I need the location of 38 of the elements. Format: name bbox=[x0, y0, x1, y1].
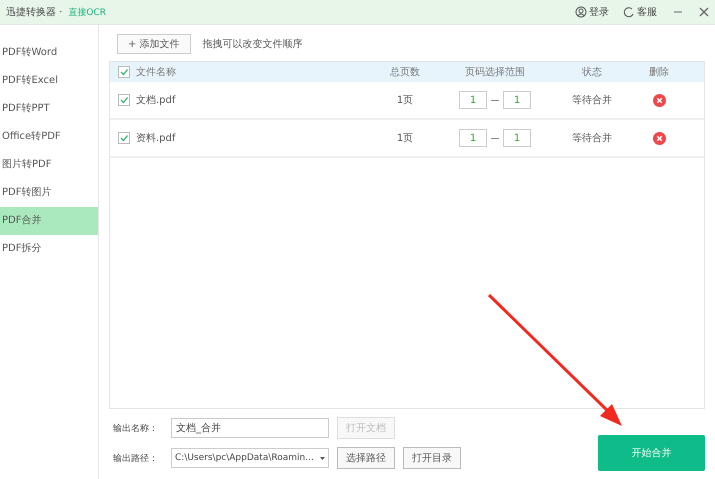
delete-icon[interactable] bbox=[652, 132, 666, 144]
column-header: 总页数 bbox=[389, 66, 421, 79]
status-text: 等待合并 bbox=[571, 132, 613, 145]
add-file-button[interactable]: + 添加文件 bbox=[117, 34, 191, 54]
column-header: 状态 bbox=[581, 66, 603, 79]
sidebar-item[interactable]: PDF转PPT bbox=[0, 95, 98, 123]
column-header: 文件名称 bbox=[136, 66, 176, 79]
field-label: 输出路径： bbox=[113, 452, 159, 464]
choose-path-button[interactable]: 选择路径 bbox=[337, 447, 395, 469]
sidebar-item[interactable]: PDF拆分 bbox=[0, 235, 98, 263]
output-path-dropdown[interactable]: C:\Users\pc\AppData\Roamin... bbox=[171, 448, 329, 468]
file-name: 资料.pdf bbox=[136, 132, 176, 145]
column-header: 页码选择范围 bbox=[464, 66, 526, 79]
close-icon[interactable] bbox=[699, 7, 709, 17]
page-count: 1页 bbox=[396, 132, 414, 145]
caret-icon bbox=[320, 456, 325, 460]
sidebar-item[interactable]: Office转PDF bbox=[0, 123, 98, 151]
output-name-field[interactable]: 文档_合并 bbox=[171, 418, 329, 438]
open-folder-button[interactable]: 打开目录 bbox=[403, 447, 461, 469]
file-name: 文档.pdf bbox=[136, 94, 176, 107]
sidebar-item[interactable]: 图片转PDF bbox=[0, 151, 98, 179]
window-title: 迅捷转换器 · bbox=[6, 6, 62, 19]
field-label: 输出名称： bbox=[113, 422, 159, 434]
sidebar-item[interactable]: PDF转图片 bbox=[0, 179, 98, 207]
sidebar-item[interactable]: PDF转Excel bbox=[0, 67, 98, 95]
checkbox[interactable] bbox=[118, 66, 130, 78]
user-icon[interactable] bbox=[575, 6, 587, 18]
sidebar-item[interactable]: PDF合并 bbox=[0, 207, 98, 235]
service-link[interactable]: 客服 bbox=[637, 5, 657, 19]
checkbox[interactable] bbox=[118, 132, 130, 144]
sidebar-item[interactable]: PDF转Word bbox=[0, 39, 98, 67]
hint-text: 拖拽可以改变文件顺序 bbox=[202, 38, 303, 51]
delete-icon[interactable] bbox=[652, 94, 666, 106]
checkbox[interactable] bbox=[118, 94, 130, 106]
page-count: 1页 bbox=[396, 94, 414, 107]
login-link[interactable]: 登录 bbox=[589, 5, 609, 19]
column-header: 删除 bbox=[648, 66, 670, 79]
status-text: 等待合并 bbox=[571, 94, 613, 107]
